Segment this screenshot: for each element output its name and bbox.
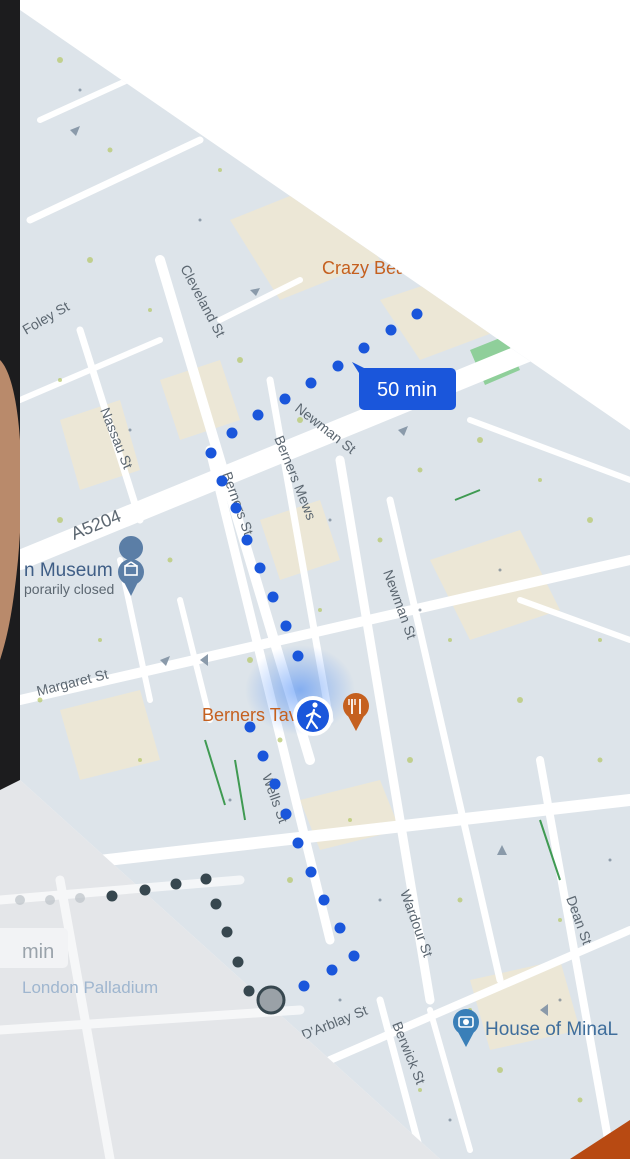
place-label-palladium[interactable]: London Palladium <box>22 978 158 997</box>
map-photo-collage: Foley St Cleveland St Nassau St A5204 Ne… <box>0 0 630 1159</box>
current-location-marker[interactable] <box>293 696 333 736</box>
place-label-house-of-mina[interactable]: House of MinaL <box>485 1019 618 1040</box>
map-view[interactable]: Foley St Cleveland St Nassau St A5204 Ne… <box>0 0 630 1159</box>
destination-marker[interactable] <box>256 985 286 1015</box>
place-label-museum-status: porarily closed <box>24 581 114 597</box>
secondary-duration-label: min <box>22 941 54 963</box>
route-duration-label: 50 min <box>377 379 437 401</box>
route-duration-callout[interactable]: 50 min <box>352 362 456 410</box>
place-label-museum[interactable]: n Museum <box>24 560 113 581</box>
